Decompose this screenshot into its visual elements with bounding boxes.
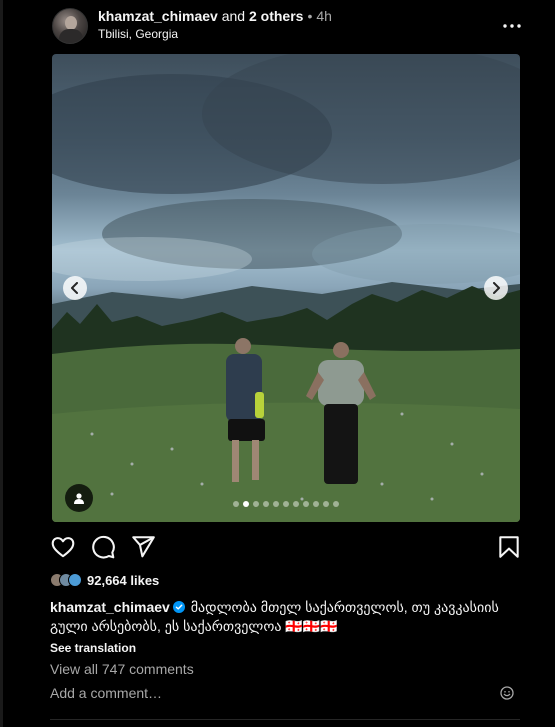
post-media[interactable] [52,54,520,522]
comment-button[interactable] [90,534,116,560]
likes-count[interactable]: 92,664 likes [87,573,159,588]
coauthors-others-link[interactable]: 2 others [249,8,303,24]
right-gutter [534,0,555,727]
likes-row: 92,664 likes [50,571,159,589]
add-comment-row [50,685,520,705]
carousel-dot [333,501,339,507]
carousel-dot [263,501,269,507]
carousel-dot [293,501,299,507]
post-time[interactable]: 4h [316,8,332,24]
carousel-dot [313,501,319,507]
comment-icon [92,535,115,559]
landscape-photo [52,54,520,522]
verified-badge-icon [172,601,185,613]
caption-username[interactable]: khamzat_chimaev [50,599,170,615]
post-actions [50,534,522,562]
carousel-dot [273,501,279,507]
avatar-body [59,29,83,43]
tagged-users-button[interactable] [65,484,93,512]
comment-input[interactable] [50,685,480,701]
like-button[interactable] [50,534,76,560]
heart-icon [51,537,75,558]
coauthors-and: and [221,8,246,24]
author-avatar[interactable] [52,8,88,44]
see-translation-link[interactable]: See translation [50,641,136,655]
chevron-right-icon [493,282,500,294]
next-slide-button[interactable] [484,276,508,300]
more-options-button[interactable] [502,16,522,36]
liker-avatar[interactable] [68,573,82,587]
carousel-dot [303,501,309,507]
carousel-dot [253,501,259,507]
view-all-comments-link[interactable]: View all 747 comments [50,661,194,677]
author-username[interactable]: khamzat_chimaev [98,8,218,24]
send-icon [132,536,155,558]
share-button[interactable] [130,534,156,560]
bookmark-icon [499,536,519,558]
emoji-icon [500,686,514,700]
post-location[interactable]: Tbilisi, Georgia [98,27,178,41]
previous-slide-button[interactable] [63,276,87,300]
save-button[interactable] [496,534,522,560]
avatar-face [65,16,77,30]
post-header: khamzat_chimaev and 2 others • 4h Tbilisi,… [52,8,522,44]
time-separator: • [307,8,313,24]
post-bottom-divider [50,719,520,720]
emoji-picker-button[interactable] [500,686,516,702]
carousel-indicator [52,501,520,507]
left-divider [0,0,3,727]
more-horizontal-icon [503,24,521,28]
carousel-dot [323,501,329,507]
author-line: khamzat_chimaev and 2 others • 4h [98,8,332,25]
carousel-dot [233,501,239,507]
chevron-left-icon [71,282,78,294]
carousel-dot [283,501,289,507]
carousel-dot [243,501,249,507]
post-caption: khamzat_chimaev მადლობა მთელ საქართველოს… [50,598,520,636]
